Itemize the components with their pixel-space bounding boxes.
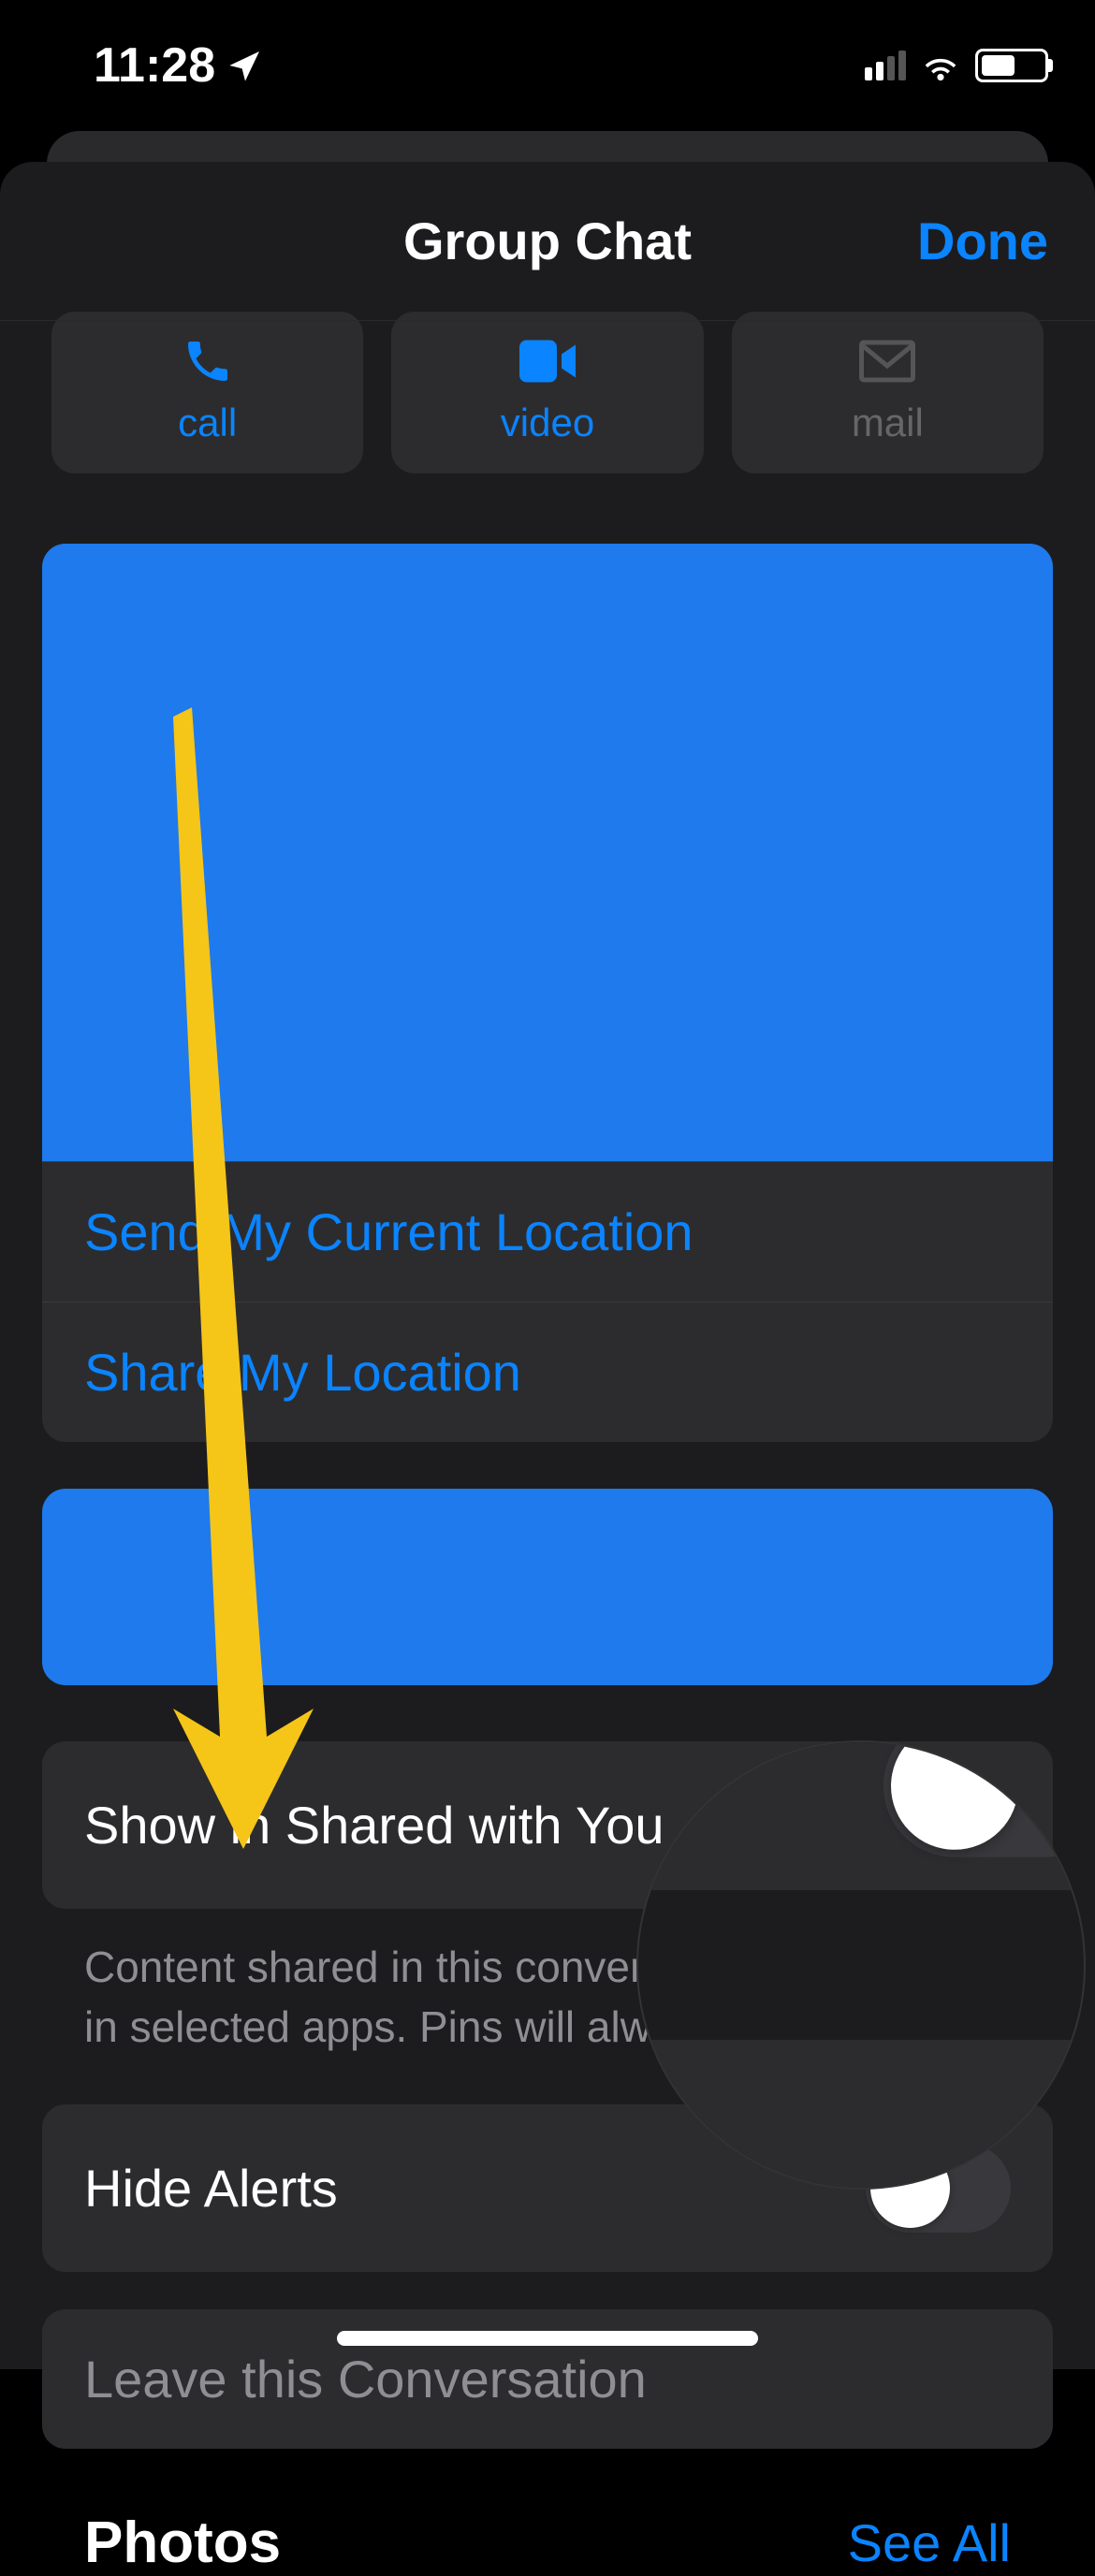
magnified-hide-alerts-toggle [883, 1740, 1086, 1856]
annotation-magnifier [636, 1740, 1086, 2190]
mail-icon [859, 335, 915, 386]
send-location-row[interactable]: Send My Current Location [42, 1161, 1053, 1302]
redacted-block [42, 1489, 1053, 1685]
leave-conversation-label: Leave this Conversation [84, 2350, 647, 2409]
call-button[interactable]: call [51, 312, 363, 473]
phone-icon [180, 335, 236, 386]
action-buttons-row: call video mail [0, 312, 1095, 473]
mail-label: mail [852, 400, 924, 445]
sheet-title: Group Chat [403, 211, 692, 271]
shared-with-you-label: Show in Shared with You [84, 1795, 664, 1856]
video-label: video [501, 400, 594, 445]
location-arrow-icon [226, 47, 264, 84]
done-button[interactable]: Done [917, 211, 1048, 271]
status-time: 11:28 [94, 37, 215, 94]
video-icon [519, 335, 576, 386]
home-indicator[interactable] [337, 2331, 758, 2346]
see-all-button[interactable]: See All [848, 2512, 1011, 2573]
photos-title: Photos [84, 2510, 281, 2576]
redacted-members-block [42, 544, 1053, 1161]
wifi-icon [920, 51, 961, 80]
status-bar: 11:28 [0, 0, 1095, 112]
photos-section-header: Photos See All [42, 2510, 1053, 2576]
share-location-row[interactable]: Share My Location [42, 1302, 1053, 1442]
sheet-header: Group Chat Done [0, 162, 1095, 321]
status-bar-right [865, 49, 1048, 82]
battery-icon [975, 49, 1048, 82]
mail-button: mail [732, 312, 1044, 473]
status-bar-left: 11:28 [94, 37, 264, 94]
cellular-signal-icon [865, 51, 906, 80]
call-label: call [178, 400, 237, 445]
hide-alerts-label: Hide Alerts [84, 2158, 338, 2219]
members-location-section: Send My Current Location Share My Locati… [42, 544, 1053, 1442]
video-button[interactable]: video [391, 312, 703, 473]
